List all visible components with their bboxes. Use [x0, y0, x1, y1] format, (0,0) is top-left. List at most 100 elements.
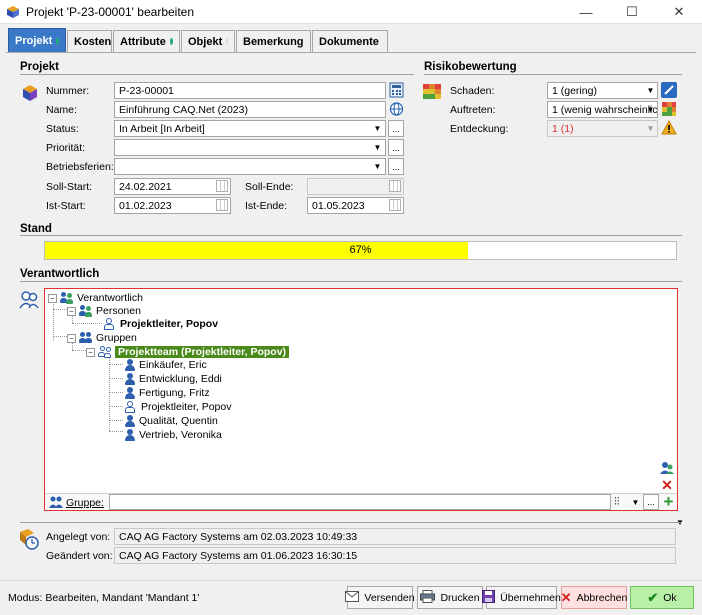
tab-kosten[interactable]: Kosten	[67, 30, 112, 52]
delete-icon[interactable]: ✕	[660, 478, 674, 492]
section-stand-title: Stand	[20, 223, 52, 235]
button-label: Übernehmen	[500, 591, 561, 604]
users-icon	[79, 304, 93, 318]
chevron-down-icon[interactable]: ▼	[371, 140, 384, 155]
calendar-icon[interactable]	[389, 180, 401, 192]
tree-node-member[interactable]: Einkäufer, Eric	[124, 358, 207, 372]
tab-label: Kosten	[74, 35, 112, 48]
gruppe-more-button[interactable]: ...	[643, 494, 659, 510]
button-label: Ok	[663, 591, 677, 604]
minimize-button[interactable]: —	[563, 0, 609, 24]
status-more-button[interactable]: ...	[388, 120, 404, 137]
tree-node-member[interactable]: Vertrieb, Veronika	[124, 428, 222, 442]
ist-start-field[interactable]: 01.02.2023	[114, 197, 231, 214]
uebernehmen-button[interactable]: Übernehmen	[482, 586, 561, 609]
tree-node-personen[interactable]: − Personen	[67, 304, 141, 318]
collapse-icon[interactable]: −	[86, 347, 95, 357]
tree-node-verantwortlich[interactable]: − Verantwortlich	[48, 291, 143, 305]
tree-node-member[interactable]: Qualität, Quentin	[124, 414, 218, 428]
tree-node-gruppen[interactable]: − Gruppen	[67, 331, 137, 345]
person-icon	[124, 386, 136, 400]
collapse-icon[interactable]: −	[48, 293, 57, 303]
maximize-button[interactable]: ☐	[609, 0, 655, 24]
app-icon	[6, 5, 20, 19]
filter-sliders-icon[interactable]: ⫶⫶	[614, 495, 627, 509]
tree-node-label: Gruppen	[96, 332, 137, 344]
group-icon	[79, 331, 93, 345]
section-risiko-title: Risikobewertung	[424, 61, 517, 73]
name-field[interactable]: Einführung CAQ.Net (2023)	[114, 101, 386, 118]
prioritaet-select[interactable]	[114, 139, 386, 156]
prioritaet-label: Priorität:	[46, 142, 86, 154]
drucken-button[interactable]: Drucken	[417, 586, 483, 609]
group-icon	[49, 496, 63, 509]
risk-matrix-small-icon[interactable]	[661, 101, 677, 117]
globe-icon[interactable]	[389, 101, 404, 117]
calendar-icon[interactable]	[216, 199, 228, 211]
geaendert-label: Geändert von:	[46, 550, 113, 562]
title-bar: Projekt 'P-23-00001' bearbeiten — ☐ ✕	[0, 0, 702, 24]
tab-label: Objekt	[188, 35, 223, 48]
users-icon	[18, 290, 40, 310]
chevron-down-icon[interactable]: ▼	[644, 121, 657, 136]
add-user-icon[interactable]	[660, 461, 674, 475]
auftreten-label: Auftreten:	[450, 104, 496, 116]
add-icon[interactable]: +	[661, 493, 676, 510]
tab-bemerkung[interactable]: Bemerkung	[236, 30, 311, 52]
name-label: Name:	[46, 104, 77, 116]
collapse-icon[interactable]: −	[67, 306, 76, 316]
auftreten-select[interactable]: 1 (wenig wahrscheinlich)	[547, 101, 658, 118]
betriebsferien-select[interactable]	[114, 158, 386, 175]
chevron-down-icon[interactable]: ▼	[644, 102, 657, 117]
nummer-field[interactable]: P-23-00001	[114, 82, 386, 99]
tree-node-member[interactable]: Projektleiter, Popov	[124, 400, 231, 414]
tab-projekt[interactable]: Projekt	[8, 28, 66, 53]
tree-node-member[interactable]: Fertigung, Fritz	[124, 386, 210, 400]
schaden-label: Schaden:	[450, 85, 495, 97]
tree-line	[109, 406, 123, 407]
betriebsferien-more-button[interactable]: ...	[388, 158, 404, 175]
tree-node-label: Projektteam (Projektleiter, Popov)	[115, 346, 290, 358]
footer-divider	[0, 580, 702, 581]
tree-node-person[interactable]: Projektleiter, Popov	[103, 317, 218, 331]
users-icon	[60, 291, 74, 305]
tree-node-label: Qualität, Quentin	[139, 415, 218, 427]
tree-node-label: Entwicklung, Eddi	[139, 373, 222, 385]
entdeckung-select[interactable]: 1 (1)	[547, 120, 658, 137]
printer-icon	[420, 589, 436, 606]
tree-line	[72, 323, 102, 324]
progress-text: 67%	[349, 244, 372, 256]
soll-start-field[interactable]: 24.02.2021	[114, 178, 231, 195]
chevron-down-icon[interactable]: ▼	[371, 121, 384, 136]
tree-node-member[interactable]: Entwicklung, Eddi	[124, 372, 222, 386]
tab-dokumente[interactable]: Dokumente	[312, 30, 388, 52]
section-verantwortlich-title: Verantwortlich	[20, 268, 100, 280]
collapse-icon[interactable]: −	[67, 333, 76, 343]
button-label: Versenden	[364, 591, 415, 604]
edit-icon[interactable]	[661, 82, 677, 98]
tab-objekt[interactable]: Objekt	[181, 30, 235, 52]
chevron-down-icon[interactable]: ▼	[644, 83, 657, 98]
close-button[interactable]: ✕	[656, 0, 702, 24]
prioritaet-more-button[interactable]: ...	[388, 139, 404, 156]
tree-node-group[interactable]: − Projektteam (Projektleiter, Popov)	[86, 345, 290, 359]
schaden-select[interactable]: 1 (gering)	[547, 82, 658, 99]
chevron-down-icon[interactable]: ▼	[629, 495, 642, 510]
tree-line	[109, 364, 123, 365]
responsible-tree[interactable]: − Verantwortlich − Personen Projektleite…	[44, 288, 678, 511]
section-divider	[20, 522, 682, 523]
abbrechen-button[interactable]: ✕ Abbrechen	[561, 586, 627, 609]
ok-button[interactable]: ✔ Ok	[630, 586, 694, 609]
calendar-icon[interactable]	[216, 180, 228, 192]
calendar-icon[interactable]	[389, 199, 401, 211]
versenden-button[interactable]: Versenden	[345, 586, 415, 609]
project-icon	[20, 83, 40, 103]
gruppe-label: Gruppe:	[66, 497, 104, 509]
tree-node-label: Personen	[96, 305, 141, 317]
chevron-down-icon[interactable]: ▼	[371, 159, 384, 174]
section-divider	[20, 74, 414, 75]
tab-attribute[interactable]: Attribute	[113, 30, 180, 52]
status-select[interactable]: In Arbeit [In Arbeit]	[114, 120, 386, 137]
gruppe-field[interactable]	[109, 494, 611, 510]
calculator-icon[interactable]	[389, 82, 404, 98]
